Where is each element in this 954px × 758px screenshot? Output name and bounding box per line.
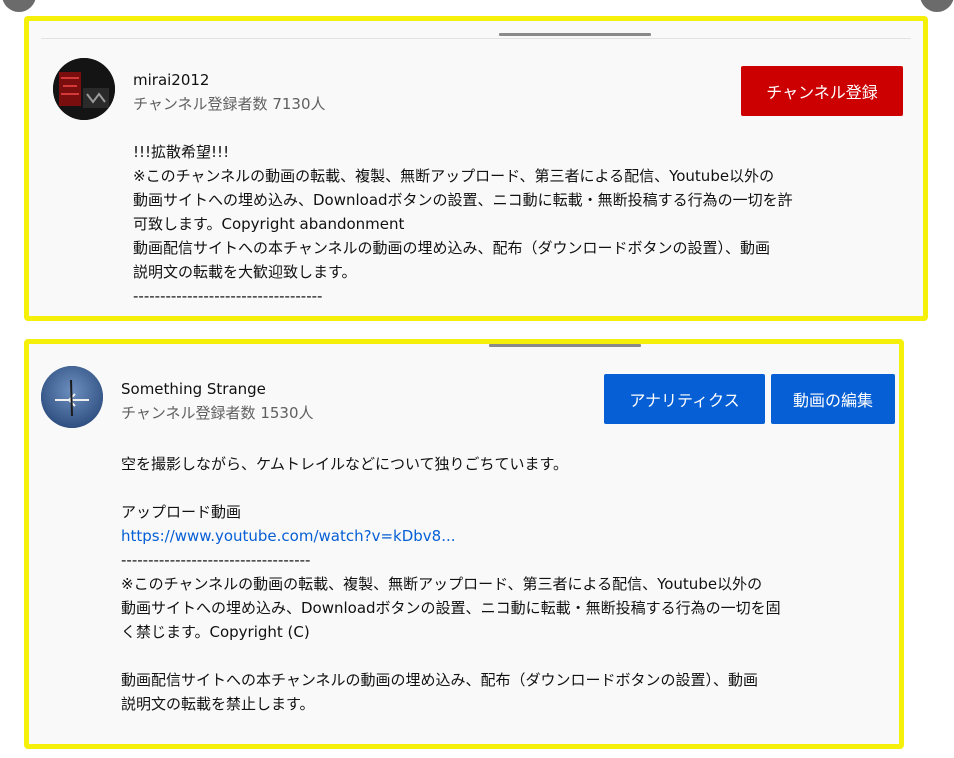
divider <box>41 38 911 39</box>
description-line: 動画配信サイトへの本チャンネルの動画の埋め込み、配布（ダウンロードボタンの設置）… <box>121 671 759 689</box>
description-line: 説明文の転載を大歓迎致します。 <box>133 263 357 281</box>
channel-name[interactable]: mirai2012 <box>133 71 209 89</box>
channel-name[interactable]: Something Strange <box>121 380 266 398</box>
description-line: ※このチャンネルの動画の転載、複製、無断アップロード、第三者による配信、Yout… <box>121 575 763 593</box>
description-line: !!!拡散希望!!! <box>133 143 230 161</box>
channel-avatar-icon[interactable] <box>53 58 115 120</box>
description-line: 動画サイトへの埋め込み、Downloadボタンの設置、ニコ動に転載・無断投稿する… <box>121 599 781 617</box>
subscriber-count: チャンネル登録者数 7130人 <box>133 95 326 113</box>
upload-video-link[interactable]: https://www.youtube.com/watch?v=kDbv8... <box>121 524 891 548</box>
channel-description: 空を撮影しながら、ケムトレイルなどについて独りごちています。 アップロード動画 … <box>121 452 891 716</box>
corner-decoration-right <box>920 0 954 12</box>
upload-label: アップロード動画 <box>121 503 242 521</box>
description-separator: ----------------------------------- <box>133 287 323 305</box>
scroll-handle <box>489 344 641 347</box>
description-line: 可致します。Copyright abandonment <box>133 215 405 233</box>
corner-decoration-left <box>2 0 36 12</box>
description-separator: ----------------------------------- <box>121 551 311 569</box>
scroll-handle <box>499 33 651 36</box>
description-line: 動画サイトへの埋め込み、Downloadボタンの設置、ニコ動に転載・無断投稿する… <box>133 191 793 209</box>
subscribe-button[interactable]: チャンネル登録 <box>741 66 903 116</box>
description-line: く禁じます。Copyright (C) <box>121 623 310 641</box>
analytics-button[interactable]: アナリティクス <box>604 374 765 424</box>
channel-card-mirai2012: mirai2012 チャンネル登録者数 7130人 チャンネル登録 !!!拡散希… <box>24 16 928 321</box>
channel-avatar-icon[interactable] <box>41 366 103 428</box>
channel-card-something-strange: Something Strange チャンネル登録者数 1530人 アナリティク… <box>24 339 904 749</box>
description-line: 動画配信サイトへの本チャンネルの動画の埋め込み、配布（ダウンロードボタンの設置）… <box>133 239 771 257</box>
description-line: ※このチャンネルの動画の転載、複製、無断アップロード、第三者による配信、Yout… <box>133 167 775 185</box>
channel-description: !!!拡散希望!!! ※このチャンネルの動画の転載、複製、無断アップロード、第三… <box>133 140 893 308</box>
description-intro: 空を撮影しながら、ケムトレイルなどについて独りごちています。 <box>121 455 569 473</box>
description-line: 説明文の転載を禁止します。 <box>121 695 315 713</box>
subscriber-count: チャンネル登録者数 1530人 <box>121 404 314 422</box>
edit-videos-button[interactable]: 動画の編集 <box>771 374 895 424</box>
